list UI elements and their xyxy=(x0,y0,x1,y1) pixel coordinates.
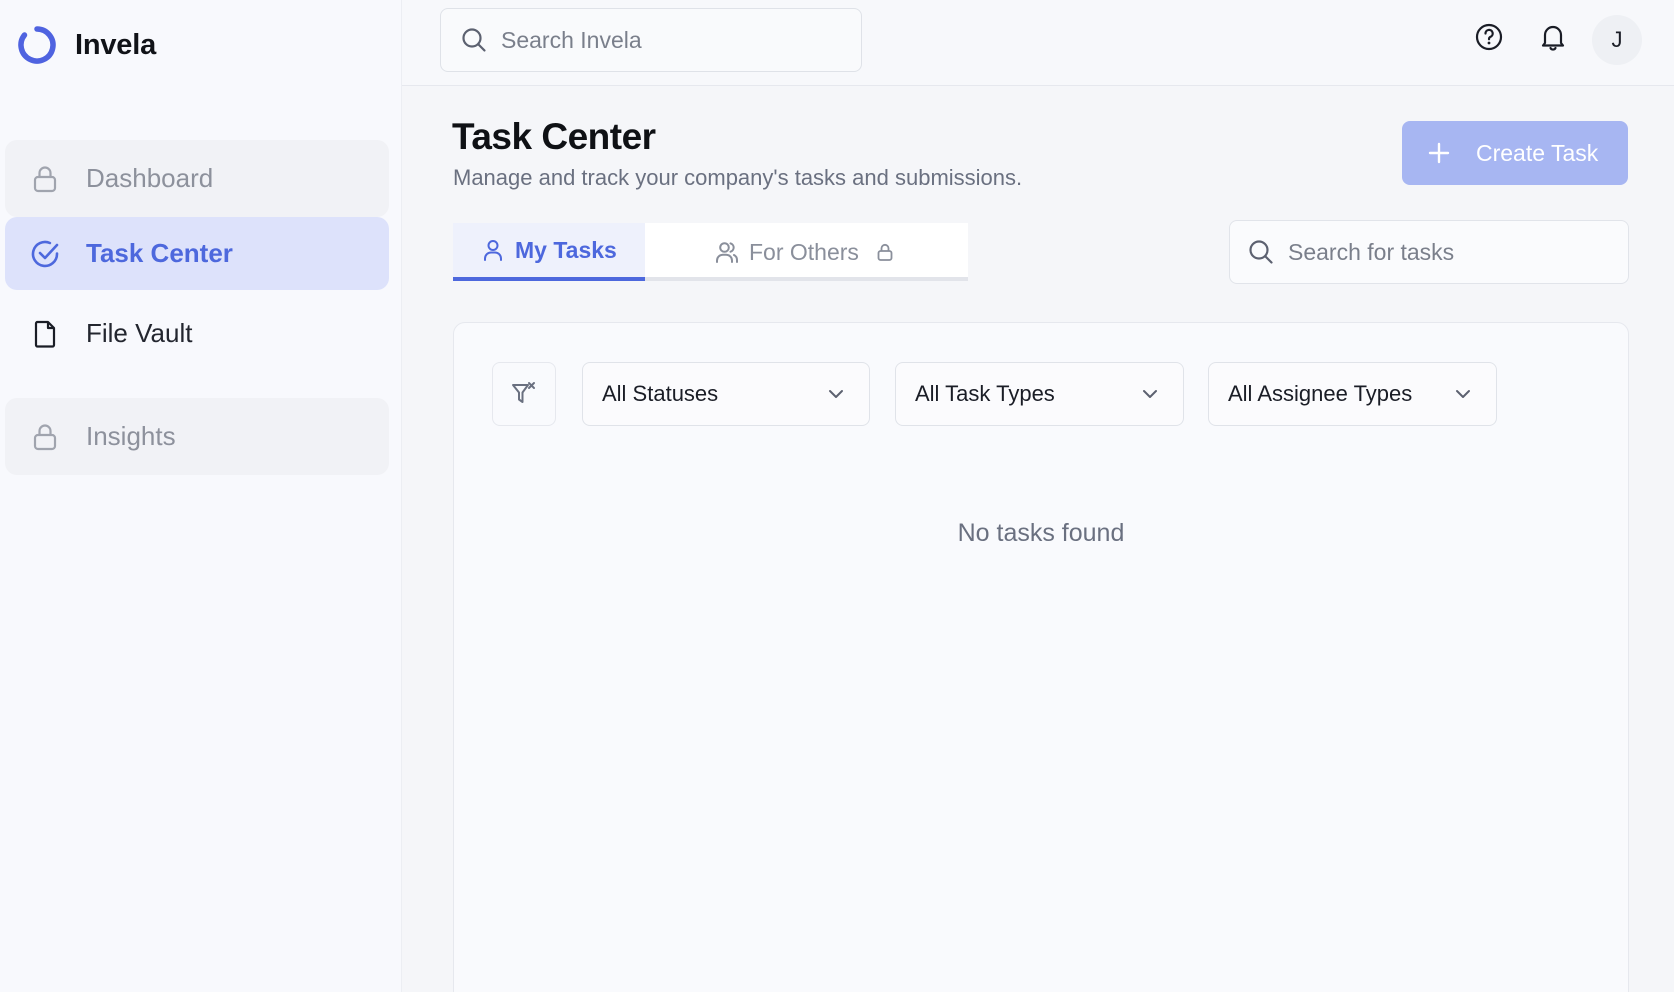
chevron-down-icon xyxy=(1456,390,1470,398)
tab-label: My Tasks xyxy=(515,236,617,263)
create-task-label: Create Task xyxy=(1476,139,1599,166)
user-icon xyxy=(484,240,502,261)
status-filter-select[interactable]: All Statuses xyxy=(582,362,870,426)
sidebar-item-task-center[interactable]: Task Center xyxy=(5,217,389,290)
tasks-panel: All Statuses All Task Types All Assignee… xyxy=(453,322,1629,992)
top-bar: J xyxy=(402,0,1674,86)
chevron-down-icon xyxy=(1143,390,1157,398)
task-type-filter-select[interactable]: All Task Types xyxy=(895,362,1184,426)
task-search[interactable] xyxy=(1229,220,1629,284)
clear-filters-button[interactable] xyxy=(492,362,556,426)
help-icon[interactable] xyxy=(1474,22,1504,52)
global-search[interactable] xyxy=(440,8,862,72)
sidebar-item-label: Insights xyxy=(86,421,176,451)
lock-icon xyxy=(877,243,893,261)
create-task-button[interactable]: Create Task xyxy=(1402,121,1628,185)
tab-for-others[interactable]: For Others xyxy=(645,223,968,281)
sidebar-item-dashboard[interactable]: Dashboard xyxy=(5,140,389,217)
file-icon xyxy=(34,320,56,348)
global-search-input[interactable] xyxy=(501,26,821,54)
sidebar-item-label: File Vault xyxy=(86,318,193,348)
sidebar: Invela Dashboard Task Center File Vault … xyxy=(0,0,402,992)
search-icon xyxy=(1249,240,1273,264)
invela-logo-icon xyxy=(18,26,56,64)
check-circle-icon xyxy=(31,240,59,267)
lock-icon xyxy=(33,423,57,450)
empty-state-message: No tasks found xyxy=(957,519,1125,547)
user-avatar[interactable]: J xyxy=(1592,15,1642,65)
assignee-type-filter-value: All Assignee Types xyxy=(1228,381,1413,406)
plus-icon xyxy=(1428,142,1450,164)
task-search-input[interactable] xyxy=(1288,238,1608,266)
sidebar-item-insights[interactable]: Insights xyxy=(5,398,389,475)
assignee-type-filter-select[interactable]: All Assignee Types xyxy=(1208,362,1497,426)
task-type-filter-value: All Task Types xyxy=(915,381,1055,406)
page-subtitle: Manage and track your company's tasks an… xyxy=(453,165,1023,190)
status-filter-value: All Statuses xyxy=(602,381,719,406)
sidebar-item-label: Task Center xyxy=(86,238,233,268)
chevron-down-icon xyxy=(829,390,843,398)
lock-icon xyxy=(33,165,57,192)
sidebar-item-file-vault[interactable]: File Vault xyxy=(5,295,389,372)
tab-my-tasks[interactable]: My Tasks xyxy=(453,223,645,281)
sidebar-item-label: Dashboard xyxy=(86,163,214,193)
brand[interactable]: Invela xyxy=(16,24,156,66)
page-title: Task Center xyxy=(452,116,656,157)
task-tabs: My Tasks For Others xyxy=(453,223,968,281)
tab-label: For Others xyxy=(749,238,859,265)
filter-x-icon xyxy=(512,382,535,403)
search-icon xyxy=(462,28,486,52)
brand-name: Invela xyxy=(75,28,157,61)
bell-icon[interactable] xyxy=(1538,22,1568,52)
users-icon xyxy=(716,242,738,263)
